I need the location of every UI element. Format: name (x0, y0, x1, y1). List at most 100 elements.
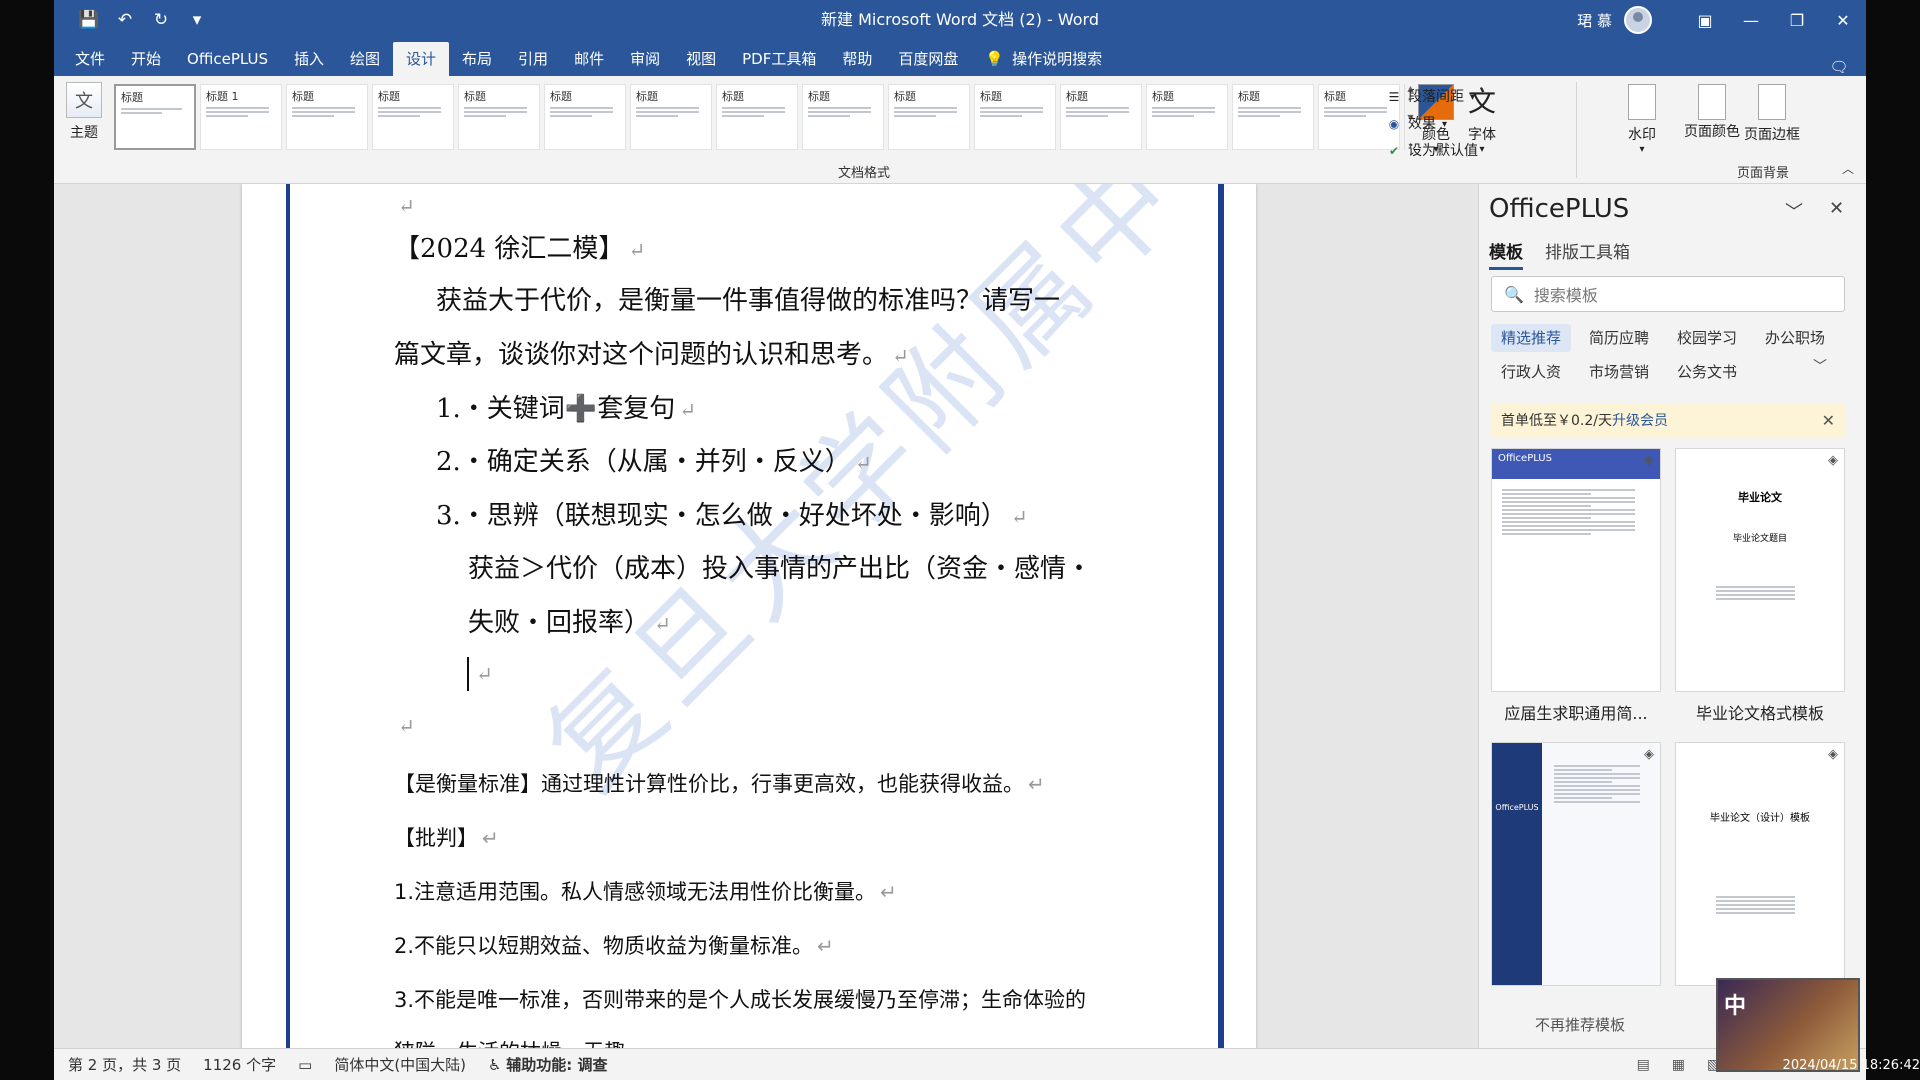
tab-pdf-toolbox[interactable]: PDF工具箱 (729, 42, 829, 76)
category-admin-hr[interactable]: 行政人资 (1491, 358, 1571, 386)
pane-title: OfficePLUS (1489, 194, 1630, 224)
style-set-item[interactable]: 标题 (372, 84, 454, 150)
effects-button[interactable]: ◉ 效果 ▾ (1386, 111, 1478, 138)
empty-paragraph[interactable]: ↵ (394, 190, 415, 220)
accessibility-status[interactable]: ♿ 辅助功能: 调查 (488, 1054, 607, 1075)
style-set-item[interactable]: 标题 1 (200, 84, 282, 150)
upgrade-link[interactable]: 升级会员 (1612, 413, 1668, 429)
collapse-ribbon-icon[interactable]: ︿ (1842, 160, 1854, 177)
category-office[interactable]: 办公职场 (1755, 324, 1835, 352)
pilcrow-mark: ↵ (482, 826, 499, 850)
category-featured[interactable]: 精选推荐 (1491, 324, 1571, 352)
paragraph-spacing-button[interactable]: ☰ 段落间距 ▾ (1386, 84, 1478, 111)
paragraph-heading[interactable]: 【2024 徐汇二模】 ↵ (394, 228, 645, 265)
tab-insert[interactable]: 插入 (281, 42, 337, 76)
paragraph-prompt-line2[interactable]: 篇文章，谈谈你对这个问题的认识和思考。 ↵ (394, 334, 909, 371)
close-icon[interactable]: ✕ (1820, 0, 1866, 40)
page-borders-button[interactable]: 页面边框 (1744, 84, 1800, 144)
style-set-item[interactable]: 标题 (974, 84, 1056, 150)
page-color-button[interactable]: 页面颜色 (1684, 84, 1740, 141)
word-count[interactable]: 1126 个字 (203, 1054, 276, 1075)
paragraph-prompt-line1[interactable]: 获益大于代价，是衡量一件事值得做的标准吗？请写一 (436, 280, 1060, 317)
tab-home[interactable]: 开始 (118, 42, 174, 76)
close-icon[interactable]: ✕ (1829, 198, 1844, 219)
list-item-3[interactable]: 3.‧思辨（联想现实‧怎么做‧好处坏处‧影响） ↵ (436, 495, 1028, 532)
style-set-item[interactable]: 标题 (1232, 84, 1314, 150)
style-set-item[interactable]: 标题 (286, 84, 368, 150)
chevron-down-icon[interactable]: ﹀ (1785, 198, 1803, 224)
style-set-item[interactable]: 标题 (544, 84, 626, 150)
style-set-item[interactable]: 标题 (1060, 84, 1142, 150)
comment-icon[interactable]: 🗨 (1828, 58, 1850, 76)
critique-item-2[interactable]: 2.不能只以短期效益、物质收益为衡量标准。 ↵ (394, 930, 834, 960)
paragraph-spacing-label: 段落间距 (1408, 89, 1464, 105)
critique-item-3[interactable]: 3.不能是唯一标准，否则带来的是个人成长发展缓慢乃至停滞；生命体验的 (394, 984, 1086, 1014)
list-item-3-sub-line2[interactable]: 失败‧回报率） ↵ (468, 602, 671, 639)
ime-indicator[interactable]: 中 (1724, 988, 1746, 1020)
restore-icon[interactable]: ❐ (1774, 0, 1820, 40)
critique-item-3-line2[interactable]: 狭隘，生活的枯燥、无趣 (394, 1036, 625, 1048)
list-item-3-sub-line1[interactable]: 获益＞代价（成本）投入事情的产出比（资金‧感情‧ (468, 548, 1092, 585)
style-set-item[interactable]: 标题 (114, 84, 196, 150)
undo-icon[interactable]: ↶ (114, 10, 136, 30)
redo-icon[interactable]: ↻ (150, 10, 172, 30)
paragraph-critique[interactable]: 【批判】 ↵ (394, 822, 499, 852)
user-name[interactable]: 珺 慕 (1577, 10, 1612, 31)
print-layout-icon[interactable]: ▦ (1672, 1057, 1685, 1073)
no-recommend-link[interactable]: 不再推荐模板 (1535, 1014, 1625, 1035)
avatar[interactable] (1624, 6, 1652, 34)
template-label[interactable]: 毕业论文格式模板 (1675, 700, 1845, 724)
chevron-down-icon[interactable]: ▾ (186, 10, 208, 30)
chevron-down-icon[interactable]: ﹀ (1813, 356, 1827, 376)
style-set-item[interactable]: 标题 (630, 84, 712, 150)
tab-layout[interactable]: 布局 (449, 42, 505, 76)
close-icon[interactable]: ✕ (1822, 404, 1835, 438)
template-label[interactable]: 应届生求职通用简... (1491, 700, 1661, 724)
category-official-docs[interactable]: 公务文书 (1667, 358, 1747, 386)
premium-icon: ◈ (1828, 453, 1838, 468)
document-area[interactable]: 复旦大学附属中学 ↵ 【2024 徐汇二模】 ↵ 获益大于代价，是衡量一件事值得做… (54, 184, 1478, 1048)
template-card[interactable]: OfficePLUS ◈ (1491, 742, 1661, 986)
themes-button[interactable]: 文 主题 (64, 82, 104, 142)
tab-view[interactable]: 视图 (673, 42, 729, 76)
list-item-2[interactable]: 2.‧确定关系（从属‧并列‧反义） ↵ (436, 441, 872, 478)
list-item-1[interactable]: 1.‧关键词➕套复句 ↵ (436, 388, 696, 425)
set-default-button[interactable]: ✔ 设为默认值 (1386, 138, 1478, 165)
style-set-item[interactable]: 标题 (802, 84, 884, 150)
style-set-item[interactable]: 标题 (458, 84, 540, 150)
proofing-icon[interactable]: ▭ (298, 1056, 312, 1074)
minimize-icon[interactable]: — (1728, 0, 1774, 40)
tab-baidu-netdisk[interactable]: 百度网盘 (885, 42, 971, 76)
tab-help[interactable]: 帮助 (829, 42, 885, 76)
style-set-item[interactable]: 标题 (1146, 84, 1228, 150)
tab-references[interactable]: 引用 (505, 42, 561, 76)
page-count[interactable]: 第 2 页，共 3 页 (68, 1054, 181, 1075)
style-set-item[interactable]: 标题 (888, 84, 970, 150)
template-card[interactable]: 毕业论文 毕业论文题目 ◈ (1675, 448, 1845, 692)
tab-file[interactable]: 文件 (62, 42, 118, 76)
category-resume[interactable]: 简历应聘 (1579, 324, 1659, 352)
template-card[interactable]: OfficePLUS ◈ (1491, 448, 1661, 692)
tab-design[interactable]: 设计 (393, 42, 450, 76)
tab-review[interactable]: 审阅 (617, 42, 673, 76)
read-mode-icon[interactable]: ▤ (1637, 1057, 1650, 1073)
language-status[interactable]: 简体中文(中国大陆) (334, 1054, 466, 1075)
ribbon-display-icon[interactable]: ▣ (1682, 0, 1728, 40)
paragraph-standard[interactable]: 【是衡量标准】通过理性计算性价比，行事更高效，也能获得收益。 ↵ (394, 768, 1045, 798)
empty-paragraph[interactable]: ↵ (472, 658, 493, 688)
tab-mailings[interactable]: 邮件 (561, 42, 617, 76)
category-campus[interactable]: 校园学习 (1667, 324, 1747, 352)
category-marketing[interactable]: 市场营销 (1579, 358, 1659, 386)
empty-paragraph[interactable]: ↵ (394, 710, 415, 740)
watermark-button[interactable]: 水印 ▾ (1628, 84, 1656, 155)
save-icon[interactable]: 💾 (78, 10, 100, 30)
tell-me-search[interactable]: 💡 操作说明搜索 (971, 42, 1115, 76)
pane-tab-templates[interactable]: 模板 (1489, 238, 1523, 270)
tab-officeplus[interactable]: OfficePLUS (174, 42, 281, 76)
template-search-input[interactable]: 🔍 搜索模板 (1491, 276, 1845, 312)
pane-tab-layout-toolbox[interactable]: 排版工具箱 (1545, 238, 1630, 270)
style-set-item[interactable]: 标题 (716, 84, 798, 150)
critique-item-1[interactable]: 1.注意适用范围。私人情感领域无法用性价比衡量。 ↵ (394, 876, 897, 906)
template-card[interactable]: 毕业论文（设计）模板 ◈ (1675, 742, 1845, 986)
tab-draw[interactable]: 绘图 (337, 42, 393, 76)
